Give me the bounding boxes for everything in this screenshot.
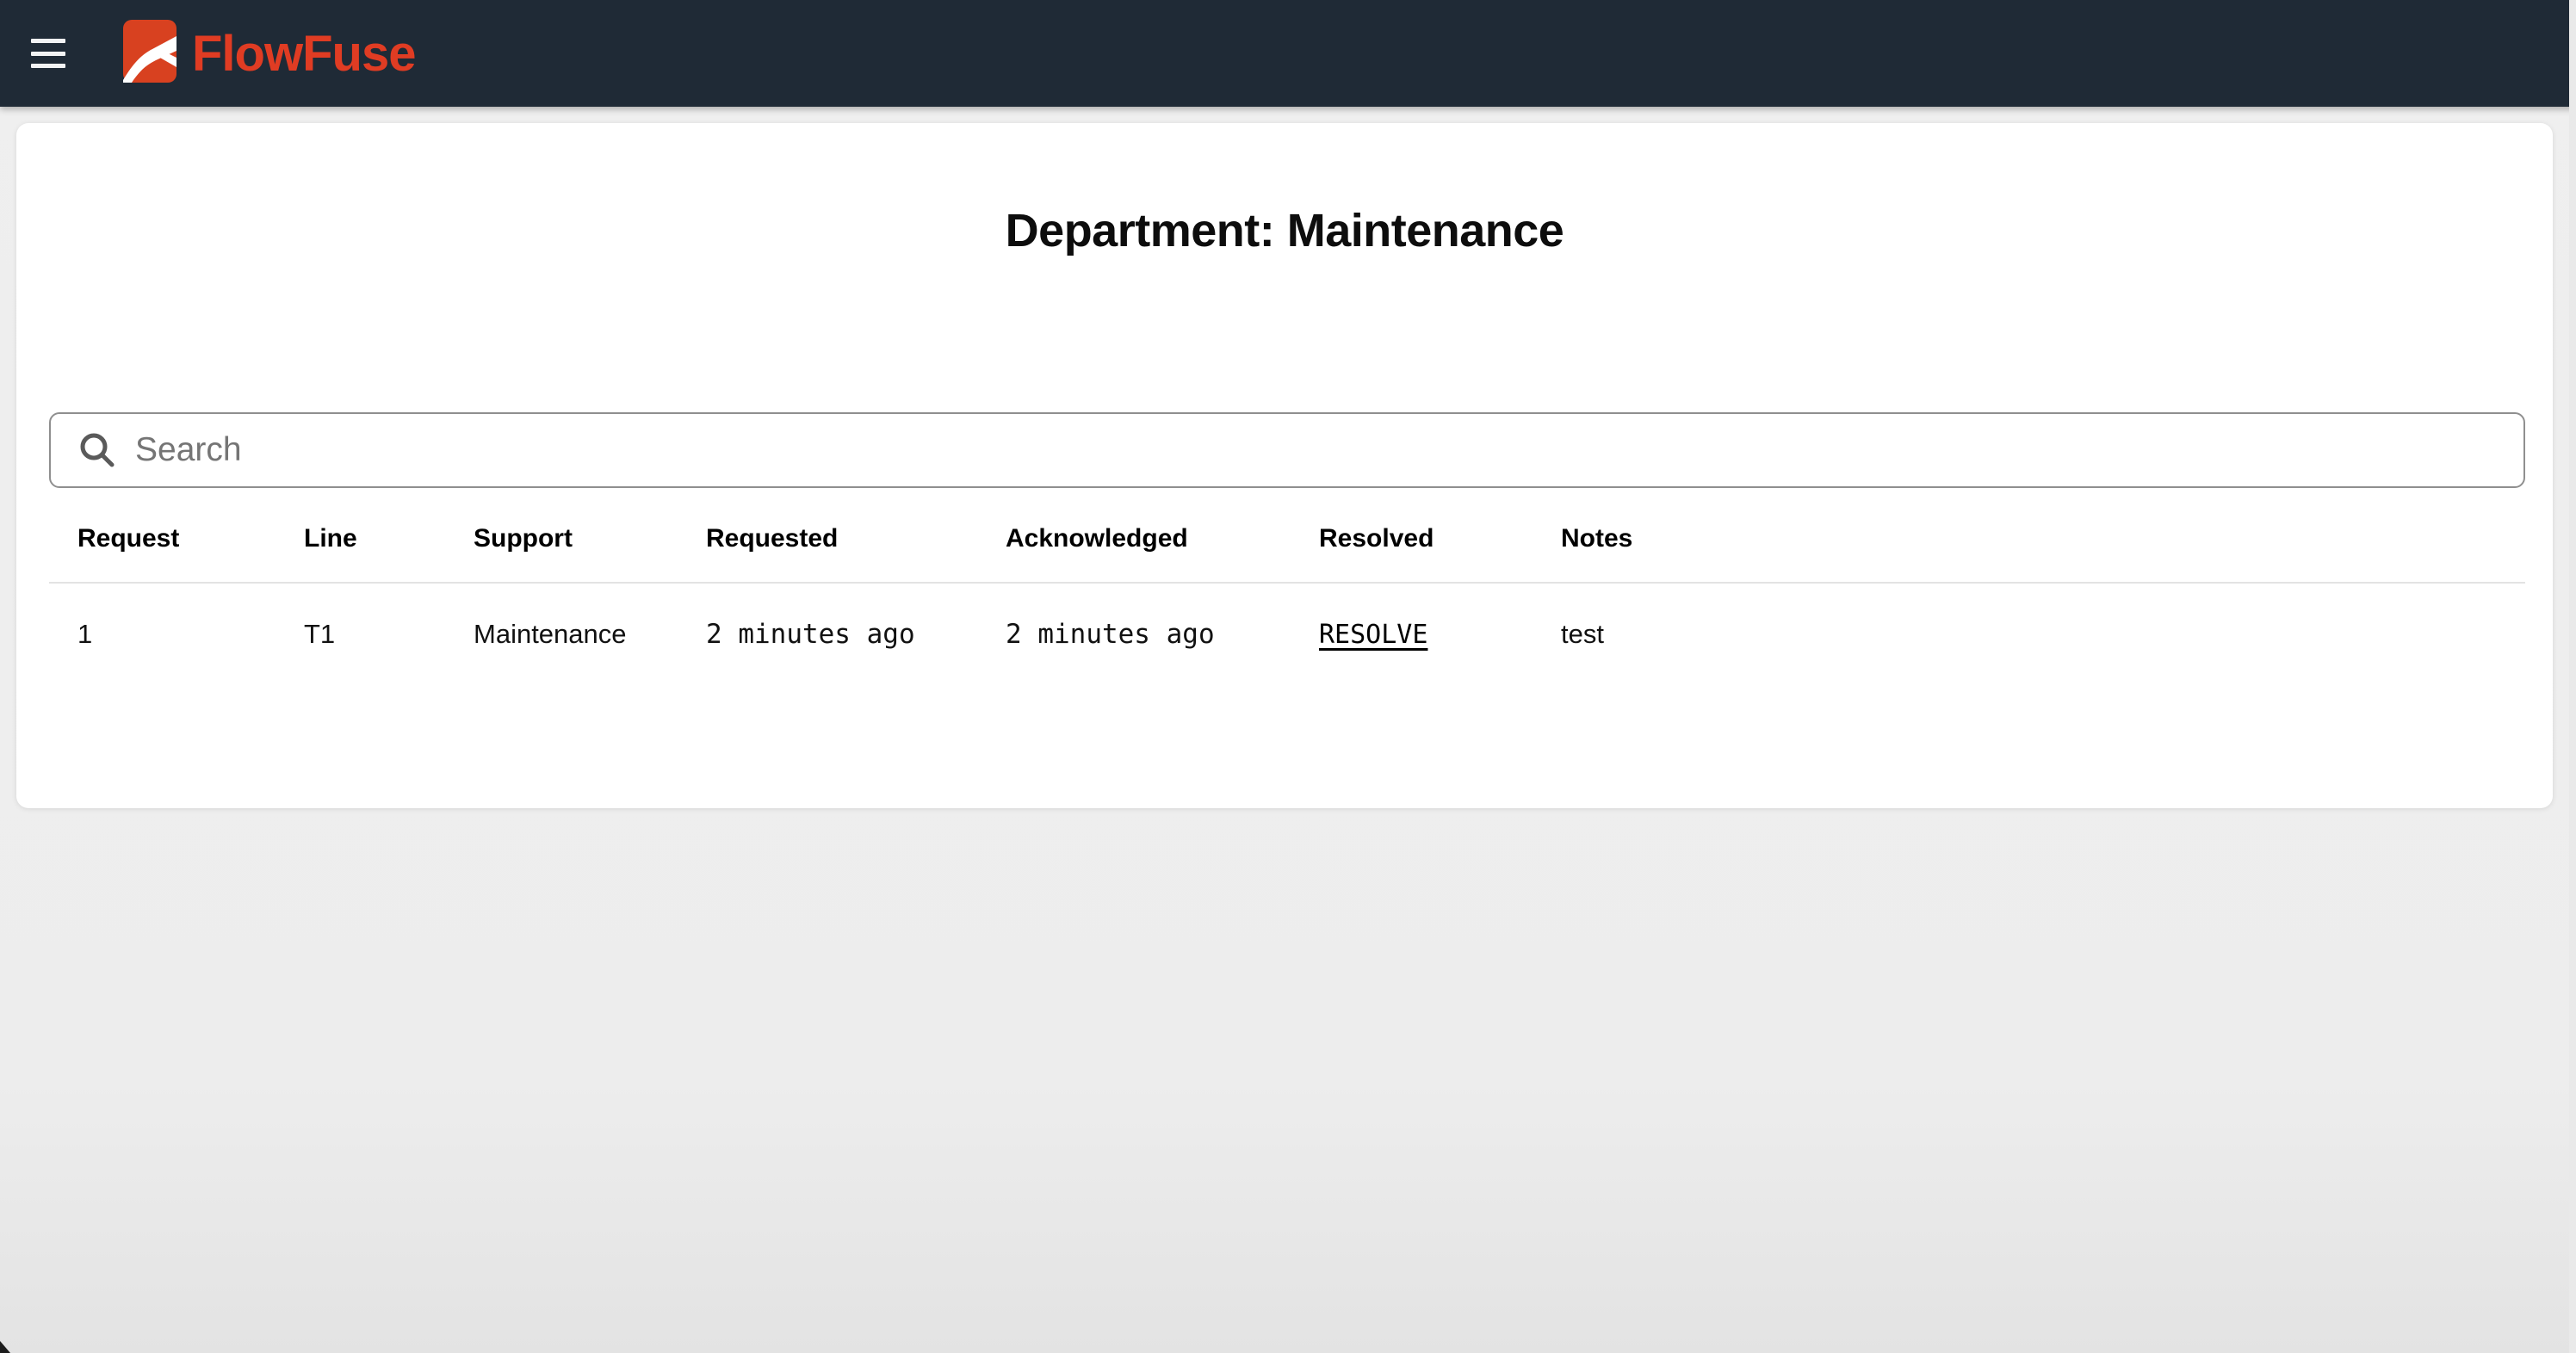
content-card: Department: Maintenance Request Line Sup… <box>16 123 2553 808</box>
column-header-requested: Requested <box>706 510 1006 583</box>
cell-resolved: RESOLVE <box>1319 583 1561 701</box>
page-title: Department: Maintenance <box>16 204 2553 257</box>
search-input[interactable] <box>135 416 2523 485</box>
search-icon <box>77 430 117 470</box>
cell-acknowledged: 2 minutes ago <box>1006 583 1319 701</box>
cursor-artifact <box>0 1341 10 1353</box>
table-header-row: Request Line Support Requested Acknowled… <box>49 510 2525 583</box>
column-header-resolved: Resolved <box>1319 510 1561 583</box>
flowfuse-logo[interactable]: FlowFuse <box>123 20 415 87</box>
column-header-request: Request <box>49 510 304 583</box>
search-box <box>49 412 2525 488</box>
column-header-line: Line <box>304 510 474 583</box>
column-header-acknowledged: Acknowledged <box>1006 510 1319 583</box>
requests-table: Request Line Support Requested Acknowled… <box>49 510 2525 701</box>
scrollbar[interactable] <box>2569 0 2576 1353</box>
cell-support: Maintenance <box>474 583 706 701</box>
cell-request: 1 <box>49 583 304 701</box>
cell-line: T1 <box>304 583 474 701</box>
menu-hamburger-icon[interactable] <box>31 39 65 68</box>
table-row: 1 T1 Maintenance 2 minutes ago 2 minutes… <box>49 583 2525 701</box>
top-navbar: FlowFuse <box>0 0 2576 107</box>
cell-notes: test <box>1561 583 2525 701</box>
resolve-link[interactable]: RESOLVE <box>1319 620 1427 650</box>
flowfuse-logo-icon <box>123 20 176 87</box>
column-header-support: Support <box>474 510 706 583</box>
brand-name: FlowFuse <box>192 25 415 83</box>
cell-requested: 2 minutes ago <box>706 583 1006 701</box>
column-header-notes: Notes <box>1561 510 2525 583</box>
